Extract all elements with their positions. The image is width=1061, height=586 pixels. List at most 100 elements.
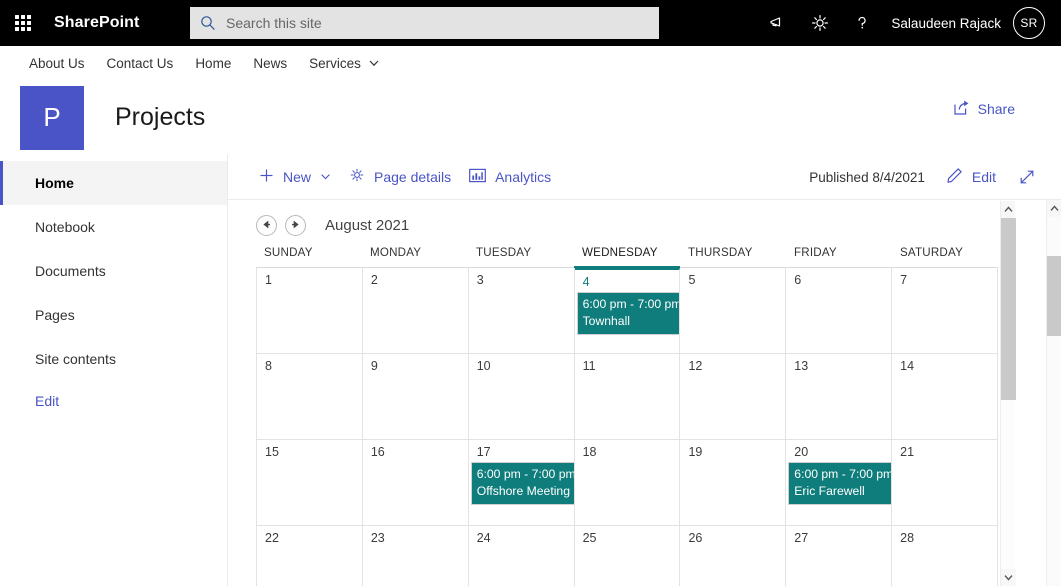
expand-diagonal-icon[interactable] — [1009, 162, 1045, 192]
calendar-day-cell[interactable]: 14 — [892, 354, 998, 440]
megaphone-icon[interactable] — [757, 0, 799, 46]
calendar-day-cell[interactable]: 24 — [469, 526, 575, 586]
calendar-day-cell[interactable]: 26 — [680, 526, 786, 586]
day-number: 17 — [469, 440, 574, 459]
calendar-scrollbar[interactable] — [1000, 201, 1015, 586]
page-details-label: Page details — [374, 169, 451, 185]
avatar[interactable]: SR — [1013, 7, 1045, 39]
calendar-day-cell[interactable]: 15 — [256, 440, 363, 526]
calendar-event[interactable]: 6:00 pm - 7:00 pm Offshore Meeting — [471, 462, 575, 505]
site-logo[interactable]: P — [20, 86, 84, 150]
top-nav-label: Home — [195, 56, 231, 71]
calendar-next-button[interactable] — [285, 215, 306, 236]
sidebar-item-documents[interactable]: Documents — [0, 249, 227, 293]
edit-page-button[interactable]: Edit — [937, 161, 1005, 193]
new-button[interactable]: New — [250, 162, 340, 192]
calendar-day-cell[interactable]: 22 — [256, 526, 363, 586]
app-launcher-button[interactable] — [0, 0, 46, 46]
calendar-day-cell[interactable]: 28 — [892, 526, 998, 586]
day-header-monday: MONDAY — [362, 246, 468, 268]
day-number: 19 — [680, 440, 785, 459]
sidebar-item-pages[interactable]: Pages — [0, 293, 227, 337]
sharepoint-brand-link[interactable]: SharePoint — [54, 14, 139, 32]
calendar-week-row: 15 16 17 6:00 pm - 7:00 pm Offshore Meet… — [256, 440, 998, 526]
day-number: 6 — [786, 268, 891, 287]
waffle-grid-icon — [15, 15, 31, 31]
calendar-day-cell[interactable]: 18 — [575, 440, 681, 526]
day-header-thursday: THURSDAY — [680, 246, 786, 268]
sidebar-edit-link[interactable]: Edit — [0, 381, 227, 421]
calendar-toolbar: August 2021 — [228, 201, 1061, 246]
event-title: Offshore Meeting — [477, 483, 575, 500]
day-number: 16 — [363, 440, 468, 459]
calendar-day-cell[interactable]: 20 6:00 pm - 7:00 pm Eric Farewell — [786, 440, 892, 526]
top-nav-item-services[interactable]: Services — [298, 52, 391, 75]
calendar-day-cell[interactable]: 1 — [256, 268, 363, 354]
question-icon[interactable] — [841, 0, 883, 46]
calendar-day-cell[interactable]: 13 — [786, 354, 892, 440]
sidebar-item-label: Notebook — [35, 219, 95, 235]
calendar-day-cell[interactable]: 11 — [575, 354, 681, 440]
top-nav-item-home[interactable]: Home — [184, 52, 242, 75]
share-label: Share — [978, 101, 1015, 117]
user-name-label[interactable]: Salaudeen Rajack — [891, 16, 1001, 31]
search-input[interactable]: Search this site — [190, 7, 659, 39]
calendar-day-cell[interactable]: 12 — [680, 354, 786, 440]
page-scrollbar-thumb[interactable] — [1047, 256, 1061, 336]
day-number: 1 — [257, 268, 362, 287]
gear-icon[interactable] — [799, 0, 841, 46]
calendar-day-cell[interactable]: 19 — [680, 440, 786, 526]
share-button[interactable]: Share — [947, 94, 1021, 124]
scrollbar-thumb[interactable] — [1001, 218, 1016, 400]
scroll-down-button[interactable] — [1001, 569, 1016, 586]
calendar-day-cell[interactable]: 5 — [680, 268, 786, 354]
new-label: New — [283, 169, 311, 185]
calendar-day-cell[interactable]: 8 — [256, 354, 363, 440]
day-header-friday: FRIDAY — [786, 246, 892, 268]
calendar-day-cell[interactable]: 27 — [786, 526, 892, 586]
sidebar-item-home[interactable]: Home — [0, 161, 227, 205]
arrow-left-circle-icon — [261, 217, 272, 235]
scroll-up-button[interactable] — [1001, 201, 1015, 218]
analytics-button[interactable]: Analytics — [460, 162, 560, 192]
day-number: 3 — [469, 268, 574, 287]
calendar-day-cell[interactable]: 3 — [469, 268, 575, 354]
top-nav-item-news[interactable]: News — [242, 52, 298, 75]
calendar-day-cell[interactable]: 7 — [892, 268, 998, 354]
calendar-day-cell[interactable]: 21 — [892, 440, 998, 526]
calendar-day-cell-today[interactable]: 4 6:00 pm - 7:00 pm Townhall — [575, 268, 681, 354]
day-number: 26 — [680, 526, 785, 545]
day-number: 15 — [257, 440, 362, 459]
day-header-saturday: SATURDAY — [892, 246, 998, 268]
day-number: 20 — [786, 440, 891, 459]
calendar-event[interactable]: 6:00 pm - 7:00 pm Eric Farewell — [788, 462, 892, 505]
calendar-day-cell[interactable]: 10 — [469, 354, 575, 440]
day-number: 21 — [892, 440, 997, 459]
top-nav-label: Contact Us — [107, 56, 174, 71]
sidebar-item-site-contents[interactable]: Site contents — [0, 337, 227, 381]
calendar-day-cell[interactable]: 6 — [786, 268, 892, 354]
calendar-prev-button[interactable] — [256, 215, 277, 236]
calendar-day-cell[interactable]: 25 — [575, 526, 681, 586]
sidebar-item-label: Site contents — [35, 351, 116, 367]
top-nav-item-about-us[interactable]: About Us — [18, 52, 96, 75]
sidebar-item-notebook[interactable]: Notebook — [0, 205, 227, 249]
calendar-day-cell[interactable]: 2 — [363, 268, 469, 354]
calendar-day-cell[interactable]: 16 — [363, 440, 469, 526]
calendar-day-cell[interactable]: 23 — [363, 526, 469, 586]
page-scrollbar[interactable] — [1046, 200, 1061, 586]
day-number: 18 — [575, 440, 680, 459]
top-nav-label: News — [253, 56, 287, 71]
page-details-button[interactable]: Page details — [340, 161, 460, 192]
top-nav-item-contact-us[interactable]: Contact Us — [96, 52, 185, 75]
calendar-day-cell[interactable]: 9 — [363, 354, 469, 440]
arrow-right-circle-icon — [290, 217, 301, 235]
share-icon — [953, 99, 970, 119]
event-time: 6:00 pm - 7:00 pm — [477, 466, 575, 483]
calendar-week-row: 22 23 24 25 26 27 — [256, 526, 998, 586]
bar-chart-icon — [469, 168, 486, 186]
page-scroll-up-button[interactable] — [1047, 200, 1061, 217]
calendar-event[interactable]: 6:00 pm - 7:00 pm Townhall — [577, 292, 681, 335]
calendar-day-cell[interactable]: 17 6:00 pm - 7:00 pm Offshore Meeting — [469, 440, 575, 526]
day-number: 24 — [469, 526, 574, 545]
